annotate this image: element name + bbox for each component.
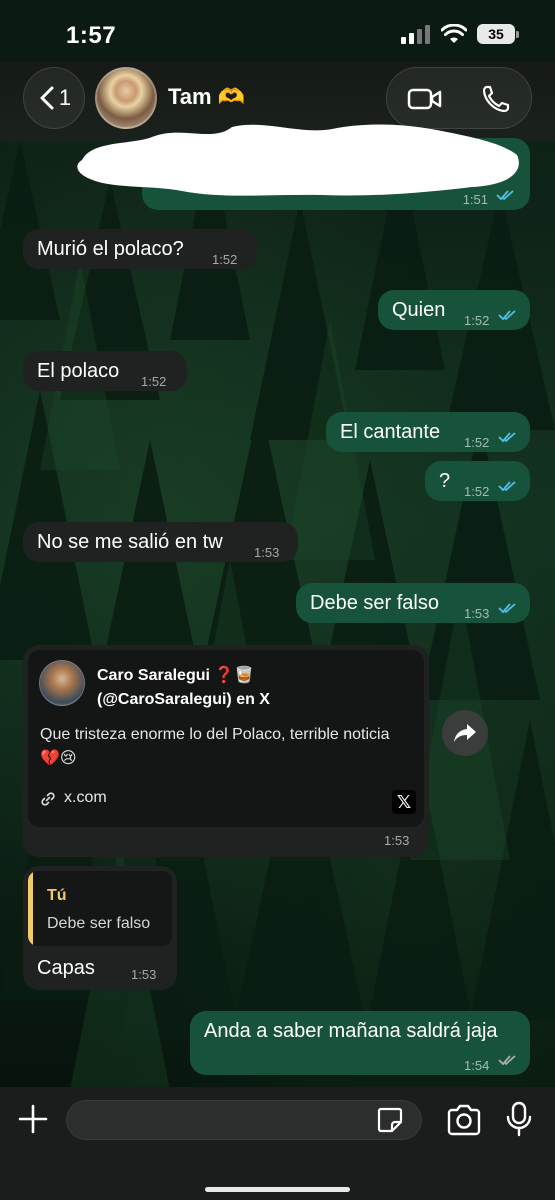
microphone-icon[interactable] [506, 1101, 532, 1137]
video-camera-icon [407, 88, 442, 110]
message-text: El polaco [37, 360, 120, 382]
message-time: 1:53 [131, 967, 157, 982]
incoming-message[interactable]: Murió el polaco? 1:52 [23, 229, 258, 269]
message-time: 1:52 [212, 252, 238, 267]
link-icon [41, 792, 55, 806]
phone-icon [482, 85, 510, 113]
link-preview-message[interactable]: Caro Saralegui ❓🥃 (@CaroSaralegui) en X … [23, 645, 429, 857]
attach-plus-button[interactable] [16, 1102, 50, 1136]
read-receipt-icon [498, 310, 516, 321]
link-url[interactable]: x.com [64, 789, 107, 807]
battery-level: 35 [488, 26, 504, 42]
message-time: 1:53 [254, 545, 280, 560]
cellular-signal-icon [401, 25, 430, 44]
chevron-left-icon [40, 86, 54, 110]
message-time: 1:54 [464, 1058, 490, 1073]
link-preview-card[interactable]: Caro Saralegui ❓🥃 (@CaroSaralegui) en X … [28, 650, 424, 827]
forward-button[interactable] [442, 710, 488, 756]
x-logo-icon: 𝕏 [392, 790, 416, 814]
video-call-button[interactable] [405, 84, 445, 114]
read-receipt-icon [498, 432, 516, 443]
message-time: 1:53 [384, 833, 410, 848]
voice-call-button[interactable] [479, 82, 513, 116]
battery-indicator: 35 [477, 24, 519, 44]
message-input-bar [0, 1087, 555, 1200]
outgoing-message[interactable]: Debe ser falso 1:53 [296, 583, 530, 623]
message-text: Capas [37, 957, 95, 979]
status-bar: 1:57 35 [0, 0, 555, 62]
message-text: No se me salió en tw [37, 531, 223, 553]
message-time: 1:53 [464, 606, 490, 621]
home-indicator [205, 1187, 350, 1192]
quote-accent-bar [28, 871, 33, 946]
outgoing-message[interactable]: El cantante 1:52 [326, 412, 530, 452]
sticker-icon[interactable] [376, 1106, 404, 1134]
link-author-avatar [39, 660, 85, 706]
message-text: El cantante [340, 421, 441, 443]
unread-count: 1 [58, 85, 72, 110]
link-author-name: Caro Saralegui ❓🥃 [97, 667, 255, 684]
message-text: Anda a saber mañana saldrá jaja [204, 1020, 498, 1042]
delivered-receipt-icon [498, 1055, 516, 1066]
incoming-message[interactable]: No se me salió en tw 1:53 [23, 522, 298, 562]
reply-message[interactable]: Tú Debe ser falso Capas 1:53 [23, 866, 177, 990]
outgoing-message[interactable]: Quien 1:52 [378, 290, 530, 330]
quoted-text: Debe ser falso [47, 915, 151, 932]
message-input[interactable] [66, 1100, 422, 1140]
message-text: Murió el polaco? [37, 238, 184, 260]
message-text: Debe ser falso [310, 592, 439, 614]
message-time: 1:52 [141, 374, 167, 389]
message-text: Quien [392, 299, 446, 321]
quoted-message[interactable]: Tú Debe ser falso [28, 871, 172, 946]
redaction-scribble [77, 124, 519, 196]
wifi-icon [441, 24, 467, 43]
read-receipt-icon [498, 481, 516, 492]
read-receipt-icon [498, 603, 516, 614]
message-time: 1:52 [464, 435, 490, 450]
quoted-sender: Tú [47, 887, 67, 904]
status-icons: 35 [401, 24, 519, 44]
camera-icon[interactable] [446, 1104, 482, 1136]
message-text: ? [439, 470, 451, 492]
forward-arrow-icon [454, 724, 476, 742]
message-time: 1:52 [464, 313, 490, 328]
link-preview-body: Que tristeza enorme lo del Polaco, terri… [40, 726, 390, 767]
link-author-handle: (@CaroSaralegui) en X [97, 691, 270, 708]
status-time: 1:57 [66, 22, 117, 49]
outgoing-message[interactable]: ? 1:52 [425, 461, 530, 501]
link-author: Caro Saralegui ❓🥃 (@CaroSaralegui) en X [97, 664, 397, 712]
outgoing-message[interactable]: Anda a saber mañana saldrá jaja 1:54 [190, 1011, 530, 1075]
contact-name[interactable]: Tam 🫶 [168, 84, 245, 110]
message-time: 1:52 [464, 484, 490, 499]
incoming-message[interactable]: El polaco 1:52 [23, 351, 187, 391]
